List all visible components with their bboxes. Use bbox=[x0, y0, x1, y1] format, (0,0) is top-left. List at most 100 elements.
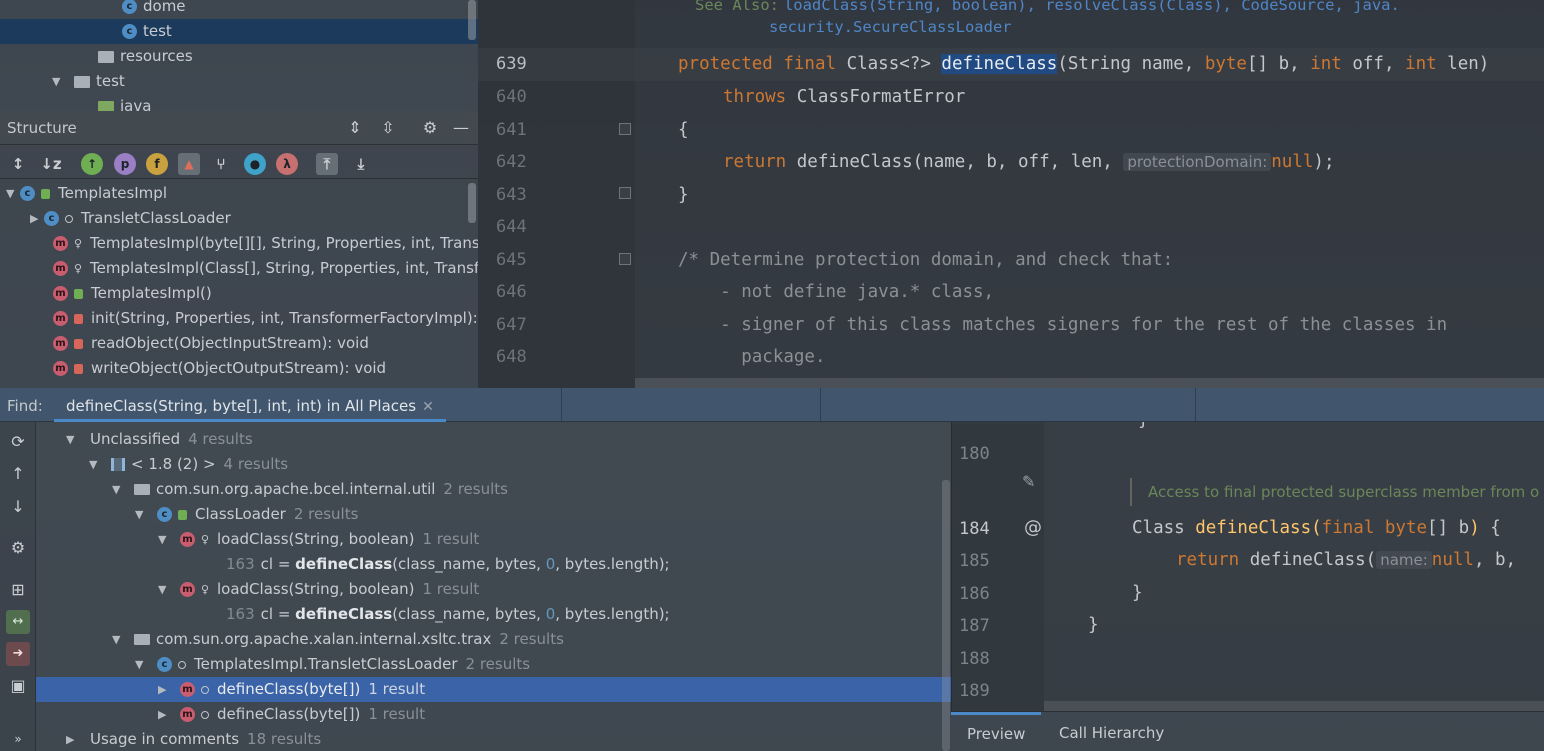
structure-item-method[interactable]: m init(String, Properties, int, Transform… bbox=[0, 306, 478, 331]
code-line-647[interactable]: - signer of this class matches signers f… bbox=[678, 315, 1447, 335]
show-fields-icon[interactable]: f bbox=[146, 153, 168, 175]
result-package[interactable]: ▼ com.sun.org.apache.xalan.internal.xsltc… bbox=[36, 627, 951, 652]
chevron-down-icon[interactable]: ▼ bbox=[66, 427, 80, 452]
result-method-selected[interactable]: ▶ m defineClass(byte[]) 1 result bbox=[36, 677, 951, 702]
highlighted-symbol[interactable]: defineClass bbox=[941, 54, 1058, 74]
chevron-down-icon[interactable]: ▼ bbox=[112, 477, 126, 502]
show-anonymous-icon[interactable]: ⑂ bbox=[210, 153, 232, 175]
result-library[interactable]: ▼ < 1.8 (2) >4 results bbox=[36, 452, 951, 477]
package-icon bbox=[134, 634, 150, 645]
structure-item-method[interactable]: m TemplatesImpl() bbox=[0, 281, 478, 306]
chevron-down-icon[interactable]: ▼ bbox=[135, 652, 149, 677]
fold-icon[interactable] bbox=[619, 253, 631, 265]
minimize-icon[interactable]: — bbox=[451, 118, 471, 138]
project-scrollbar[interactable] bbox=[468, 0, 476, 40]
tree-item-resources[interactable]: resources bbox=[0, 44, 478, 69]
tree-item-java[interactable]: java bbox=[0, 94, 478, 111]
code-line-646[interactable]: - not define java.* class, bbox=[678, 282, 994, 302]
more-icon[interactable]: » bbox=[6, 727, 30, 751]
override-marker-icon[interactable]: @ bbox=[1024, 517, 1042, 538]
method-icon: m bbox=[53, 236, 68, 251]
line-number: 188 bbox=[959, 649, 990, 669]
show-inherited-icon[interactable]: ↑ bbox=[81, 153, 103, 175]
edit-icon[interactable]: ✎ bbox=[1022, 472, 1035, 491]
result-class[interactable]: ▼ c ClassLoader 2 results bbox=[36, 502, 951, 527]
group-by-icon[interactable]: ⊞ bbox=[6, 578, 30, 602]
rerun-icon[interactable]: ⟳ bbox=[6, 430, 30, 454]
chevron-down-icon[interactable]: ▼ bbox=[158, 527, 172, 552]
tab-preview[interactable]: Preview bbox=[951, 712, 1042, 751]
code-line-648[interactable]: package. bbox=[678, 347, 825, 367]
package-icon bbox=[134, 484, 150, 495]
result-group-unclassified[interactable]: ▼ Unclassified 4 results bbox=[36, 427, 951, 452]
structure-item-transletclassloader[interactable]: ▶ c TransletClassLoader bbox=[0, 206, 478, 231]
usage-preview[interactable]: } 180 ✎ Access to final protected superc… bbox=[951, 422, 1544, 711]
navigate-to-source-icon[interactable]: ↔ bbox=[6, 610, 30, 634]
chevron-right-icon[interactable]: ▶ bbox=[66, 727, 80, 751]
chevron-down-icon[interactable]: ▼ bbox=[89, 452, 103, 477]
chevron-right-icon[interactable]: ▶ bbox=[158, 702, 172, 727]
code-line-639[interactable]: protected final Class<?> defineClass(Str… bbox=[678, 54, 1489, 74]
find-results-scrollbar[interactable] bbox=[942, 480, 950, 751]
code-line-641[interactable]: { bbox=[678, 120, 689, 140]
code-line-643[interactable]: } bbox=[678, 185, 689, 205]
tree-item-dome[interactable]: c dome bbox=[0, 0, 478, 19]
preview-horizontal-scrollbar[interactable] bbox=[1044, 701, 1544, 711]
next-occurrence-icon[interactable]: ↓ bbox=[6, 495, 30, 519]
tree-item-test-class[interactable]: c test bbox=[0, 19, 478, 44]
gear-icon[interactable]: ⚙ bbox=[6, 536, 30, 560]
tree-item-test-folder[interactable]: ▼ test bbox=[0, 69, 478, 94]
expand-all-icon[interactable]: ⇕ bbox=[345, 118, 365, 138]
autoscroll-from-source-icon[interactable]: ⤓ bbox=[350, 153, 372, 175]
preview-code-line-185: return defineClass(name: null, b, bbox=[1176, 550, 1517, 570]
show-properties-icon[interactable]: p bbox=[114, 153, 136, 175]
chevron-right-icon[interactable]: ▶ bbox=[158, 677, 172, 702]
method-icon: m bbox=[180, 682, 195, 697]
result-class[interactable]: ▼ c TemplatesImpl.TransletClassLoader 2 res… bbox=[36, 652, 951, 677]
module-icon[interactable]: ▣ bbox=[6, 674, 30, 698]
result-usage-line[interactable]: 163 cl = defineClass(class_name, bytes, 0… bbox=[36, 602, 951, 627]
result-method[interactable]: ▶ m defineClass(byte[]) 1 result bbox=[36, 702, 951, 727]
structure-item-method[interactable]: m ♀ TemplatesImpl(Class[], String, Propert… bbox=[0, 256, 478, 281]
chevron-down-icon[interactable]: ▼ bbox=[135, 502, 149, 527]
sort-alphabetically-icon[interactable]: ↓z bbox=[40, 153, 62, 175]
collapse-all-icon[interactable]: ⇳ bbox=[378, 118, 398, 138]
fold-icon[interactable] bbox=[619, 123, 631, 135]
chevron-down-icon[interactable]: ▼ bbox=[158, 577, 172, 602]
gear-icon[interactable]: ⚙ bbox=[420, 118, 440, 138]
autoscroll-to-source-icon[interactable]: ⤒ bbox=[316, 153, 338, 175]
previous-occurrence-icon[interactable]: ↑ bbox=[6, 462, 30, 486]
export-icon[interactable]: ➜ bbox=[6, 642, 30, 666]
code-editor[interactable]: See Also: loadClass(String, boolean), re… bbox=[478, 0, 1544, 388]
sort-by-visibility-icon[interactable]: ↕ bbox=[7, 153, 29, 175]
chevron-down-icon[interactable]: ▼ bbox=[6, 181, 20, 206]
show-non-public-icon[interactable]: ▲ bbox=[178, 153, 200, 175]
chevron-down-icon[interactable]: ▼ bbox=[52, 69, 66, 94]
lambda-icon[interactable]: λ bbox=[276, 153, 298, 175]
close-icon[interactable]: ✕ bbox=[422, 399, 434, 415]
structure-scrollbar[interactable] bbox=[468, 183, 476, 223]
structure-item-method[interactable]: m writeObject(ObjectOutputStream): void bbox=[0, 356, 478, 381]
line-number: 639 bbox=[496, 54, 527, 74]
find-results-tab[interactable]: defineClass(String, byte[], int, int) in… bbox=[54, 388, 446, 422]
tab-call-hierarchy[interactable]: Call Hierarchy bbox=[1043, 712, 1180, 751]
chevron-right-icon[interactable]: ▶ bbox=[30, 206, 44, 231]
code-line-642[interactable]: return defineClass(name, b, off, len, pr… bbox=[723, 152, 1335, 172]
javadoc-link[interactable]: security.SecureClassLoader bbox=[769, 18, 1012, 36]
result-usage-line[interactable]: 163 cl = defineClass(class_name, bytes, 0… bbox=[36, 552, 951, 577]
result-group-comments[interactable]: ▶ Usage in comments 18 results bbox=[36, 727, 951, 751]
code-line-645[interactable]: /* Determine protection domain, and chec… bbox=[678, 250, 1173, 270]
show-lambdas-icon[interactable]: ● bbox=[244, 153, 266, 175]
result-package[interactable]: ▼ com.sun.org.apache.bcel.internal.util 2 … bbox=[36, 477, 951, 502]
private-lock-icon bbox=[74, 363, 83, 374]
code-line-640[interactable]: throws ClassFormatError bbox=[723, 87, 965, 107]
javadoc-link[interactable]: loadClass(String, boolean), resolveClass… bbox=[784, 0, 1400, 14]
editor-horizontal-scrollbar[interactable] bbox=[635, 378, 1544, 388]
structure-item-method[interactable]: m ♀ TemplatesImpl(byte[][], String, Proper… bbox=[0, 231, 478, 256]
result-method[interactable]: ▼ m ♀ loadClass(String, boolean) 1 result bbox=[36, 527, 951, 552]
structure-item-method[interactable]: m readObject(ObjectInputStream): void bbox=[0, 331, 478, 356]
fold-icon[interactable] bbox=[619, 187, 631, 199]
structure-item-templatesimpl[interactable]: ▼ c TemplatesImpl bbox=[0, 181, 478, 206]
result-method[interactable]: ▼ m ♀ loadClass(String, boolean) 1 result bbox=[36, 577, 951, 602]
chevron-down-icon[interactable]: ▼ bbox=[112, 627, 126, 652]
